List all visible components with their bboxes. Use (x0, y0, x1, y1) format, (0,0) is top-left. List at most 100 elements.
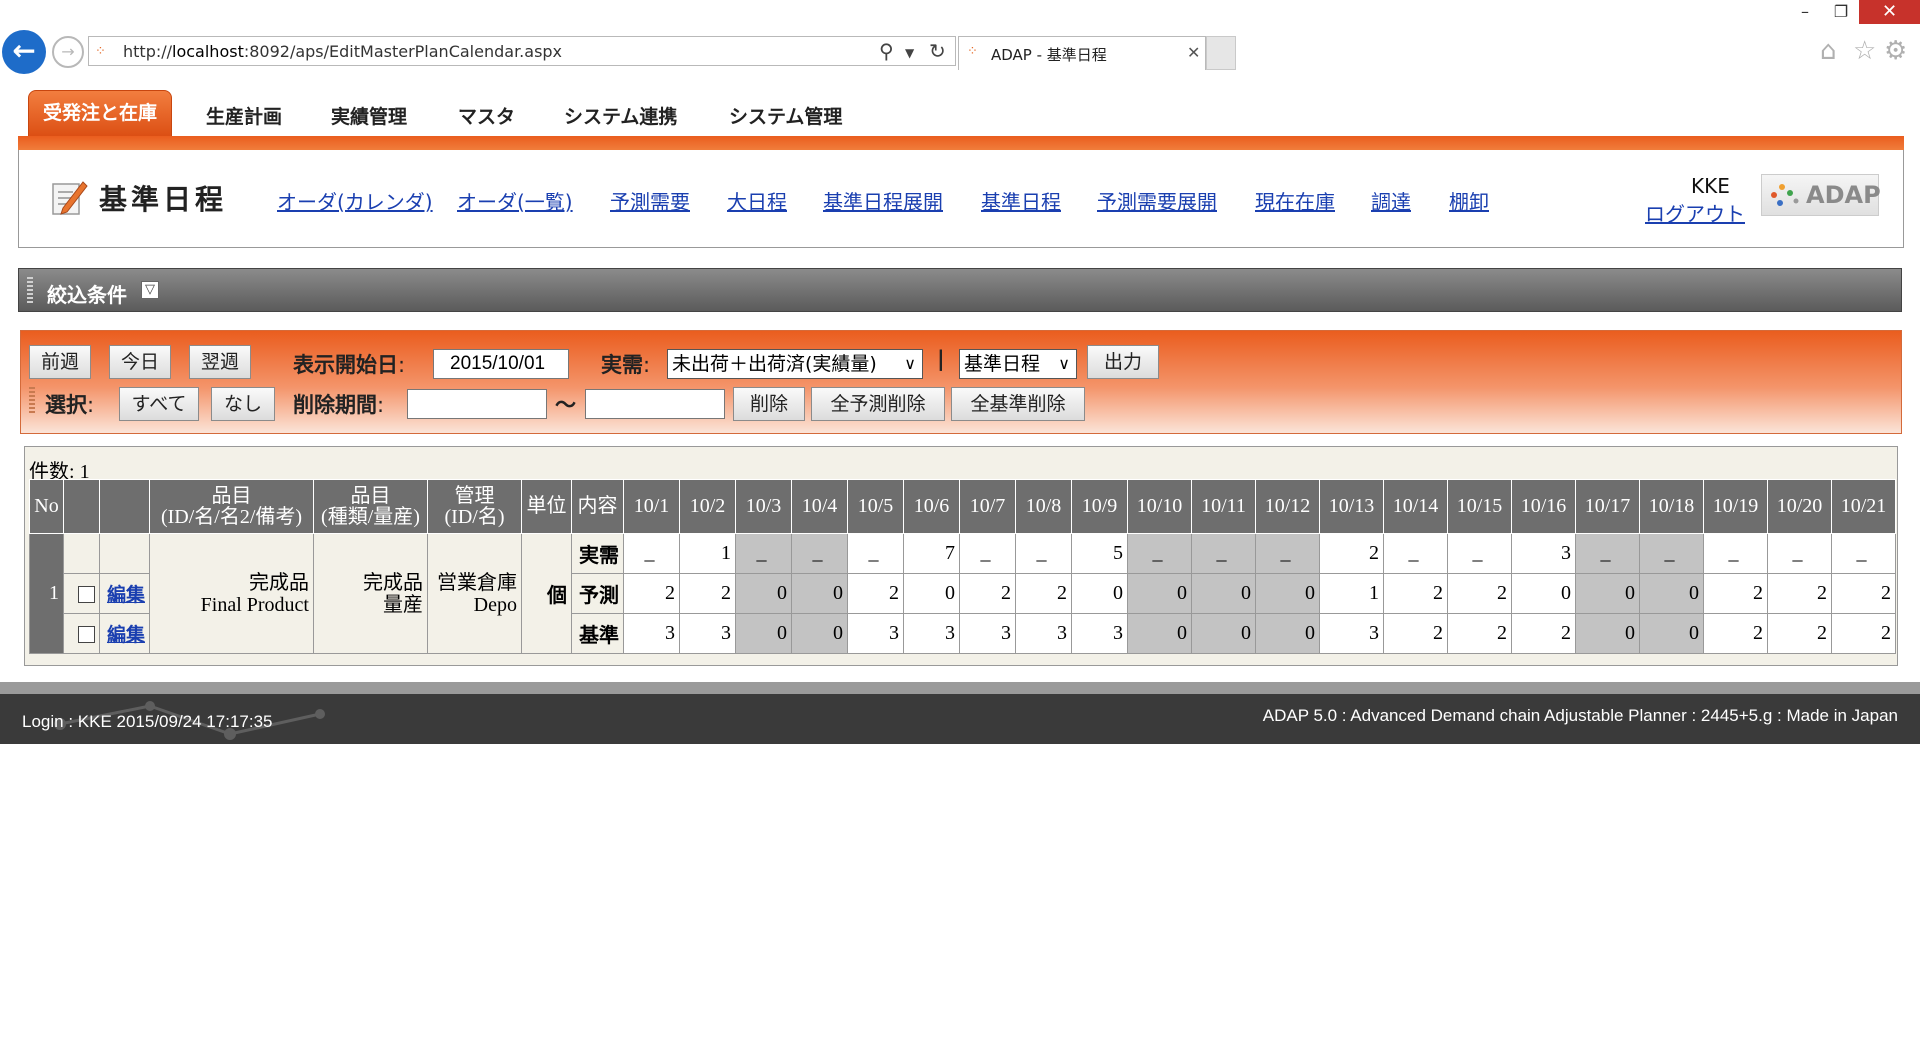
tab-close-icon[interactable]: ✕ (1187, 43, 1200, 62)
schedule-type-value: 基準日程 (964, 353, 1041, 375)
delete-all-forecast-button[interactable]: 全予測削除 (811, 387, 945, 421)
col-date: 10/15 (1447, 479, 1512, 534)
select-none-button[interactable]: なし (211, 387, 275, 421)
edit-master-link[interactable]: 編集 (107, 624, 145, 646)
close-window-button[interactable]: ✕ (1859, 0, 1920, 24)
actual-cell: _ (791, 533, 848, 574)
logout-link[interactable]: ログアウト (1645, 198, 1745, 227)
col-date: 10/2 (679, 479, 736, 534)
menu-item-production-plan[interactable]: 生産計画 (206, 102, 282, 129)
filter-bar[interactable]: 絞込条件 ▽ (18, 268, 1902, 312)
forecast-cell: 0 (903, 573, 960, 614)
link-procurement[interactable]: 調達 (1371, 186, 1411, 215)
forecast-cell: 0 (1127, 573, 1192, 614)
col-date: 10/6 (903, 479, 960, 534)
empty-cell (99, 533, 150, 574)
menu-item-system-admin[interactable]: システム管理 (729, 102, 842, 129)
actual-cell: _ (1767, 533, 1832, 574)
search-icon[interactable]: ⚲ (879, 39, 894, 63)
delete-period-label: 削除期間: (293, 389, 384, 419)
forecast-cell: 0 (1511, 573, 1576, 614)
minimize-button[interactable]: – (1790, 0, 1820, 24)
browser-chrome: – ❐ ✕ ← → ⁘ http://localhost:8092/aps/Ed… (0, 0, 1920, 74)
master-cell: 0 (735, 613, 792, 654)
address-bar[interactable]: ⁘ http://localhost:8092/aps/EditMasterPl… (88, 36, 956, 66)
chevron-down-icon: ∨ (904, 354, 916, 373)
forecast-checkbox-cell (63, 573, 100, 614)
col-check (63, 479, 100, 534)
link-forecast-demand[interactable]: 予測需要 (610, 186, 690, 215)
forecast-edit-cell: 編集 (99, 573, 150, 614)
next-week-button[interactable]: 翌週 (189, 345, 251, 379)
forecast-cell: 2 (623, 573, 680, 614)
delete-from-input[interactable] (407, 389, 547, 419)
link-master-schedule[interactable]: 基準日程 (981, 186, 1061, 215)
link-forecast-expand[interactable]: 予測需要展開 (1097, 186, 1217, 215)
refresh-icon[interactable]: ↻ (929, 39, 946, 63)
forecast-cell: 0 (1191, 573, 1256, 614)
dropdown-arrow-icon[interactable]: ▼ (905, 46, 914, 60)
separator: | (937, 347, 945, 371)
delete-all-master-button[interactable]: 全基準削除 (951, 387, 1085, 421)
forecast-checkbox[interactable] (78, 585, 95, 603)
prev-week-button[interactable]: 前週 (29, 345, 91, 379)
col-no: No (29, 479, 64, 534)
home-icon[interactable]: ⌂ (1820, 36, 1837, 66)
actual-cell: _ (1127, 533, 1192, 574)
col-content: 内容 (571, 479, 624, 534)
kind-actual: 実需 (571, 533, 624, 574)
adap-logo: ADAP (1761, 174, 1881, 216)
new-tab-button[interactable] (1206, 36, 1236, 70)
edit-forecast-link[interactable]: 編集 (107, 584, 145, 606)
item-mass: 量産 (383, 593, 423, 616)
master-edit-cell: 編集 (99, 613, 150, 654)
output-button[interactable]: 出力 (1087, 345, 1159, 379)
footer-divider (0, 682, 1920, 694)
item-kind: 完成品 (363, 571, 423, 594)
login-info: Login : KKE 2015/09/24 17:17:35 (22, 712, 273, 731)
menu-item-system-link[interactable]: システム連携 (564, 102, 677, 129)
forecast-cell: 0 (1071, 573, 1128, 614)
schedule-type-select[interactable]: 基準日程 ∨ (959, 349, 1077, 379)
menu-item-master[interactable]: マスタ (458, 102, 515, 129)
master-cell: 2 (1767, 613, 1832, 654)
address-url[interactable]: http://localhost:8092/aps/EditMasterPlan… (123, 42, 562, 61)
browser-tab[interactable]: ⁘ ADAP - 基準日程 ✕ (958, 36, 1206, 70)
master-cell: 2 (1447, 613, 1512, 654)
master-checkbox[interactable] (78, 625, 95, 643)
back-arrow-icon[interactable]: ← (2, 30, 46, 74)
select-all-button[interactable]: すべて (119, 387, 199, 421)
label-colon: : (398, 353, 406, 377)
today-button[interactable]: 今日 (109, 345, 171, 379)
mgmt-name-en: Depo (473, 593, 517, 616)
start-date-input[interactable]: 2015/10/01 (433, 349, 569, 379)
maximize-button[interactable]: ❐ (1826, 0, 1856, 24)
actual-cell: _ (1015, 533, 1072, 574)
favorites-star-icon[interactable]: ☆ (1853, 36, 1876, 66)
expand-toggle-icon[interactable]: ▽ (141, 281, 159, 299)
actual-demand-select[interactable]: 未出荷＋出荷済(実績量) ∨ (667, 349, 923, 379)
actual-cell: 2 (1319, 533, 1384, 574)
url-scheme: http:// (123, 42, 173, 61)
forward-arrow-icon[interactable]: → (52, 36, 84, 68)
link-current-stock[interactable]: 現在在庫 (1255, 186, 1335, 215)
menu-item-results[interactable]: 実績管理 (331, 102, 407, 129)
link-stocktaking[interactable]: 棚卸 (1449, 186, 1489, 215)
site-favicon-icon: ⁘ (95, 44, 106, 59)
item-kind-cell: 完成品 量産 (313, 533, 428, 654)
col-date: 10/16 (1511, 479, 1576, 534)
link-big-schedule[interactable]: 大日程 (727, 186, 787, 215)
row-grip-icon (29, 387, 35, 413)
col-date: 10/7 (959, 479, 1016, 534)
link-order-calendar[interactable]: オーダ(カレンダ) (277, 186, 433, 215)
settings-gear-icon[interactable]: ⚙ (1884, 36, 1907, 66)
link-order-list[interactable]: オーダ(一覧) (457, 186, 573, 215)
main-menu: 受発注と在庫 生産計画 実績管理 マスタ システム連携 システム管理 (18, 90, 1904, 138)
master-cell: 3 (1015, 613, 1072, 654)
delete-button[interactable]: 削除 (733, 387, 805, 421)
menu-item-orders-inventory[interactable]: 受発注と在庫 (28, 90, 172, 136)
url-host: localhost (172, 42, 244, 61)
delete-to-input[interactable] (585, 389, 725, 419)
link-master-schedule-expand[interactable]: 基準日程展開 (823, 186, 943, 215)
master-cell: 3 (959, 613, 1016, 654)
